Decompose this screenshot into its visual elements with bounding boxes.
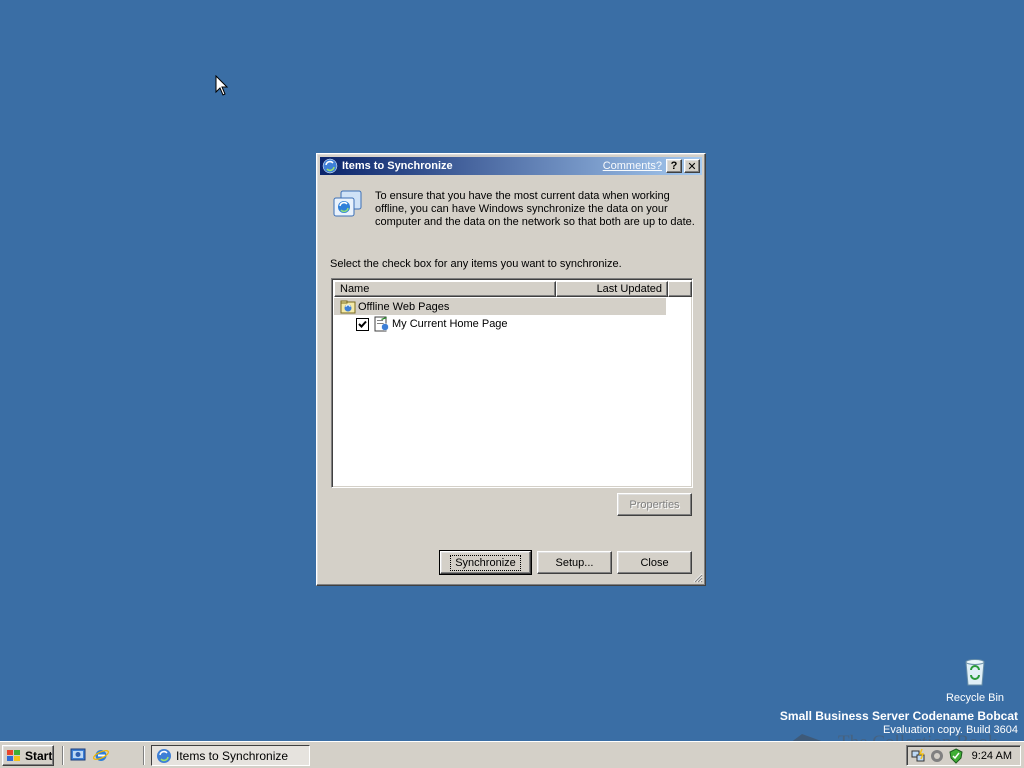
group-label: Offline Web Pages [358, 300, 450, 313]
taskbar-item-items-to-synchronize[interactable]: Items to Synchronize [151, 745, 310, 766]
items-to-synchronize-dialog: Items to Synchronize Comments? ? ✕ To en… [316, 153, 706, 586]
recycle-bin-label: Recycle Bin [945, 692, 1005, 704]
mouse-cursor-icon [215, 75, 229, 96]
properties-button[interactable]: Properties [617, 493, 692, 516]
taskbar-separator [143, 746, 145, 765]
sync-status-icon[interactable] [929, 748, 945, 764]
intro-text: To ensure that you have the most current… [375, 190, 695, 228]
windows-logo-icon [7, 749, 20, 761]
security-icon[interactable] [948, 747, 964, 764]
sync-items-list[interactable]: Name Last Updated Offline Web Pages My C… [331, 278, 693, 488]
item-checkbox[interactable] [356, 317, 369, 331]
recycle-bin-icon [965, 659, 985, 686]
sync-icon [322, 158, 338, 174]
checkmark-icon [358, 320, 367, 328]
column-header-filler [668, 281, 692, 297]
instruction-text: Select the check box for any items you w… [330, 258, 622, 270]
sync-info-icon [333, 190, 362, 217]
start-label: Start [25, 748, 53, 763]
column-header-last-updated[interactable]: Last Updated [556, 281, 668, 297]
help-button[interactable]: ? [666, 159, 682, 173]
setup-button[interactable]: Setup... [537, 551, 612, 574]
close-button[interactable]: Close [617, 551, 692, 574]
show-desktop-icon[interactable] [70, 747, 86, 763]
version-title: Small Business Server Codename Bobcat [779, 709, 1018, 723]
list-item[interactable]: My Current Home Page [334, 315, 666, 333]
resize-grip-icon[interactable] [691, 571, 703, 583]
network-icon[interactable] [910, 748, 926, 764]
column-header-name[interactable]: Name [334, 281, 556, 297]
internet-explorer-icon[interactable] [93, 747, 109, 763]
taskbar: Start Items to Synchronize 9:24 AM [0, 741, 1024, 768]
version-build: Evaluation copy. Build 3604 [883, 724, 1018, 736]
synchronize-button[interactable]: Synchronize [439, 550, 532, 575]
sync-icon [157, 748, 171, 763]
list-header: Name Last Updated [334, 281, 692, 297]
taskbar-separator [62, 746, 64, 765]
recycle-bin[interactable]: Recycle Bin [940, 656, 1010, 704]
group-offline-web-pages[interactable]: Offline Web Pages [334, 298, 666, 315]
comments-link[interactable]: Comments? [603, 160, 662, 172]
taskbar-item-label: Items to Synchronize [176, 748, 289, 763]
offline-pages-icon [340, 300, 356, 313]
web-page-icon [374, 316, 389, 332]
system-tray: 9:24 AM [906, 745, 1021, 766]
clock[interactable]: 9:24 AM [972, 750, 1012, 762]
close-window-button[interactable]: ✕ [684, 159, 700, 173]
dialog-titlebar[interactable]: Items to Synchronize Comments? ? ✕ [320, 157, 702, 175]
dialog-title: Items to Synchronize [342, 160, 453, 172]
start-button[interactable]: Start [2, 745, 54, 766]
item-label: My Current Home Page [392, 318, 508, 330]
synchronize-label: Synchronize [450, 554, 521, 571]
